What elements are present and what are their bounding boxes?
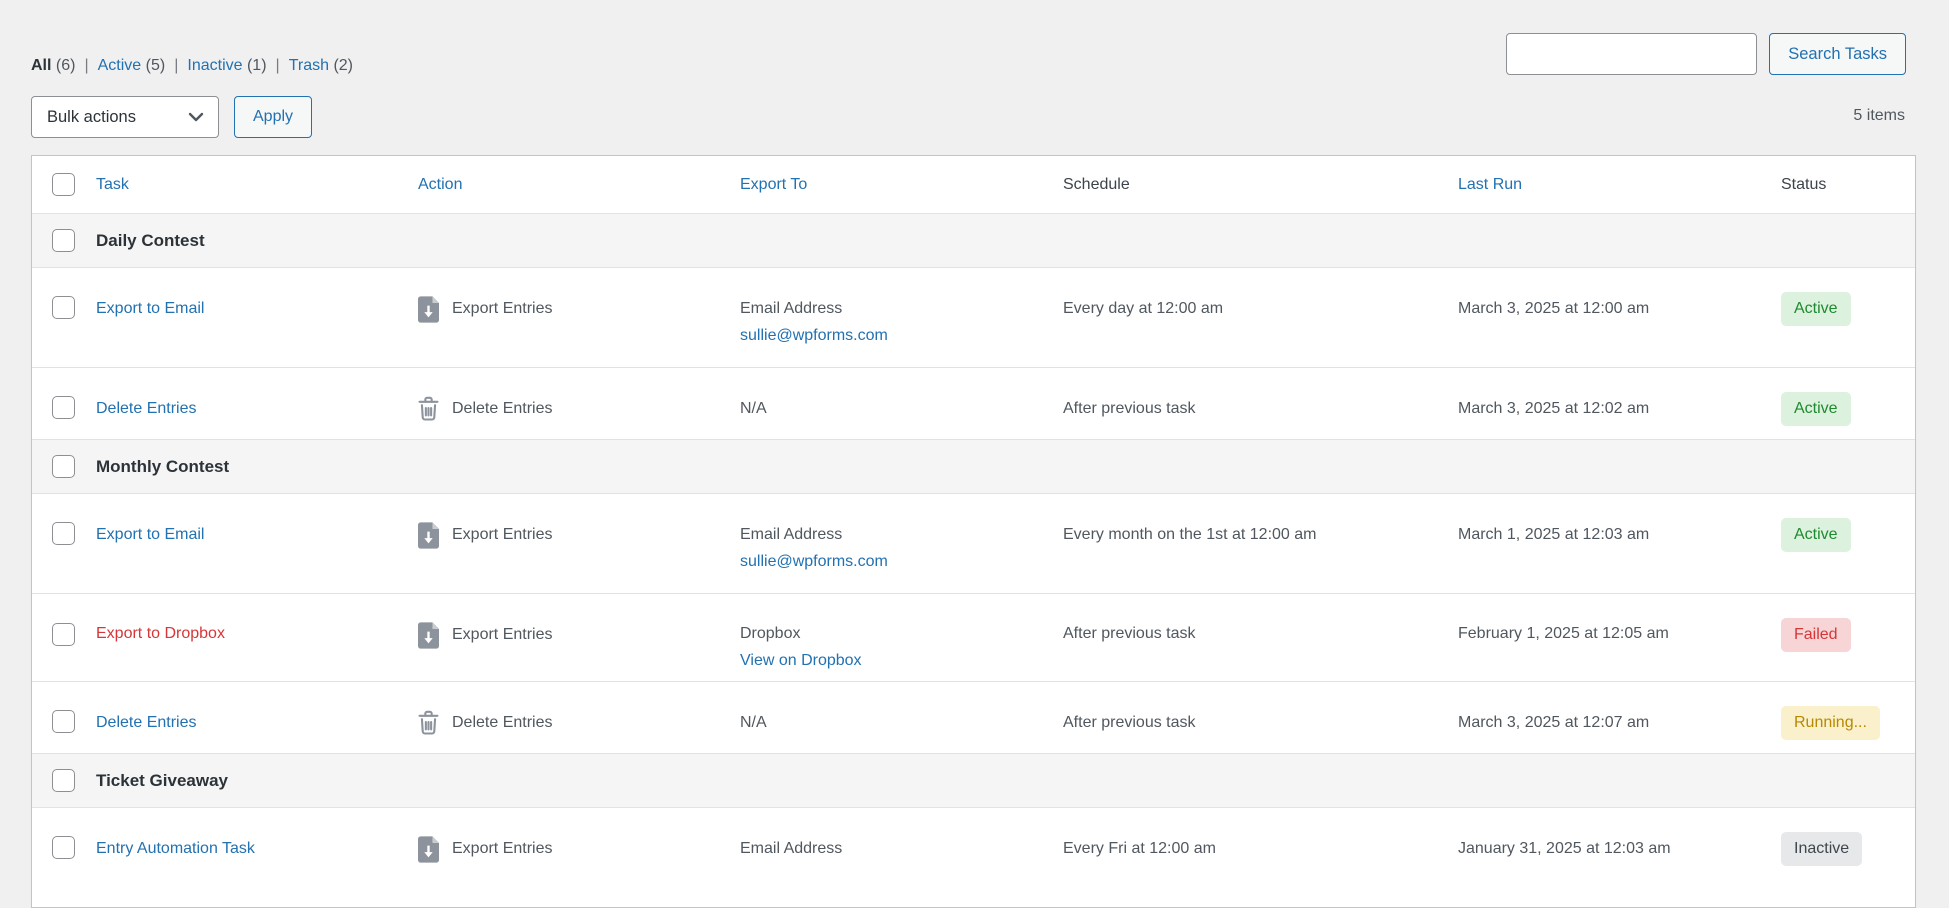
table-header-row: Task Action Export To Schedule Last Run … (32, 156, 1915, 213)
group-checkbox[interactable] (52, 229, 75, 252)
export-destination: Email Address (740, 524, 1047, 546)
row-checkbox[interactable] (52, 296, 75, 319)
status-badge: Inactive (1781, 832, 1862, 866)
export-target-link[interactable]: sullie@wpforms.com (740, 327, 888, 344)
filter-inactive[interactable]: Inactive (1) (187, 55, 266, 77)
column-header-export-to[interactable]: Export To (740, 174, 807, 196)
task-link[interactable]: Export to Dropbox (96, 625, 225, 642)
group-title: Daily Contest (96, 230, 205, 252)
bulk-actions-select[interactable]: Bulk actions (31, 96, 219, 138)
table-row: Export to Dropbox Export Entries Dropbox… (32, 593, 1915, 681)
chevron-down-icon (188, 112, 204, 122)
table-row: Delete Entries Delete Entries N/A After … (32, 681, 1915, 753)
last-run-text: March 1, 2025 at 12:03 am (1458, 494, 1781, 593)
table-row: Export to Email Export Entries Email Add… (32, 267, 1915, 367)
row-checkbox[interactable] (52, 710, 75, 733)
group-checkbox[interactable] (52, 455, 75, 478)
group-title: Ticket Giveaway (96, 770, 228, 792)
file-download-icon (418, 296, 439, 323)
schedule-text: Every month on the 1st at 12:00 am (1063, 494, 1458, 593)
filter-separator: | (276, 55, 280, 77)
file-download-icon (418, 622, 439, 649)
status-badge: Active (1781, 392, 1851, 426)
apply-button[interactable]: Apply (234, 96, 312, 138)
row-checkbox[interactable] (52, 396, 75, 419)
action-label: Delete Entries (452, 396, 553, 422)
task-link[interactable]: Export to Email (96, 300, 204, 317)
status-badge: Active (1781, 292, 1851, 326)
table-row: Entry Automation Task Export Entries Ema… (32, 807, 1915, 907)
filter-trash[interactable]: Trash (2) (289, 55, 353, 77)
action-label: Export Entries (452, 622, 552, 648)
action-label: Delete Entries (452, 710, 553, 736)
column-header-task[interactable]: Task (96, 174, 129, 196)
tasks-admin-page: All (6) | Active (5) | Inactive (1) | Tr… (0, 0, 1949, 860)
export-destination: N/A (740, 398, 1047, 420)
schedule-text: After previous task (1063, 368, 1458, 439)
last-run-text: March 3, 2025 at 12:02 am (1458, 368, 1781, 439)
trash-icon (418, 396, 439, 422)
status-filter-links: All (6) | Active (5) | Inactive (1) | Tr… (31, 55, 353, 77)
bulk-actions-label: Bulk actions (47, 108, 136, 127)
table-row: Export to Email Export Entries Email Add… (32, 493, 1915, 593)
search-box: Search Tasks (1506, 33, 1906, 75)
group-title: Monthly Contest (96, 456, 229, 478)
last-run-text: January 31, 2025 at 12:03 am (1458, 808, 1781, 907)
task-link[interactable]: Export to Email (96, 526, 204, 543)
task-link[interactable]: Entry Automation Task (96, 840, 255, 857)
status-badge: Failed (1781, 618, 1851, 652)
row-checkbox[interactable] (52, 522, 75, 545)
items-count: 5 items (1853, 107, 1905, 125)
search-tasks-button[interactable]: Search Tasks (1769, 33, 1906, 75)
task-link[interactable]: Delete Entries (96, 400, 197, 417)
group-checkbox[interactable] (52, 769, 75, 792)
column-header-status: Status (1781, 174, 1826, 196)
last-run-text: March 3, 2025 at 12:07 am (1458, 682, 1781, 753)
export-target-link[interactable]: sullie@wpforms.com (740, 553, 888, 570)
last-run-text: February 1, 2025 at 12:05 am (1458, 594, 1781, 681)
action-label: Export Entries (452, 522, 552, 548)
search-input[interactable] (1506, 33, 1757, 75)
file-download-icon (418, 836, 439, 863)
group-row: Monthly Contest (32, 439, 1915, 493)
task-link[interactable]: Delete Entries (96, 714, 197, 731)
filter-all[interactable]: All (6) (31, 55, 75, 77)
schedule-text: Every day at 12:00 am (1063, 268, 1458, 367)
export-target-link[interactable]: View on Dropbox (740, 652, 862, 669)
column-header-action[interactable]: Action (418, 174, 462, 196)
filter-separator: | (174, 55, 178, 77)
file-download-icon (418, 522, 439, 549)
row-checkbox[interactable] (52, 836, 75, 859)
table-row: Delete Entries Delete Entries N/A After … (32, 367, 1915, 439)
filter-separator: | (84, 55, 88, 77)
group-row: Daily Contest (32, 213, 1915, 267)
last-run-text: March 3, 2025 at 12:00 am (1458, 268, 1781, 367)
select-all-checkbox[interactable] (52, 173, 75, 196)
status-badge: Active (1781, 518, 1851, 552)
action-label: Export Entries (452, 296, 552, 322)
column-header-last-run[interactable]: Last Run (1458, 174, 1522, 196)
export-destination: Dropbox (740, 623, 1047, 645)
export-destination: Email Address (740, 838, 1047, 860)
schedule-text: After previous task (1063, 594, 1458, 681)
row-checkbox[interactable] (52, 623, 75, 646)
schedule-text: Every Fri at 12:00 am (1063, 808, 1458, 907)
column-header-schedule: Schedule (1063, 174, 1130, 196)
tasks-table: Task Action Export To Schedule Last Run … (31, 155, 1916, 908)
trash-icon (418, 710, 439, 736)
action-label: Export Entries (452, 836, 552, 862)
schedule-text: After previous task (1063, 682, 1458, 753)
export-destination: N/A (740, 712, 1047, 734)
export-destination: Email Address (740, 298, 1047, 320)
group-row: Ticket Giveaway (32, 753, 1915, 807)
status-badge: Running... (1781, 706, 1880, 740)
filter-active[interactable]: Active (5) (98, 55, 166, 77)
